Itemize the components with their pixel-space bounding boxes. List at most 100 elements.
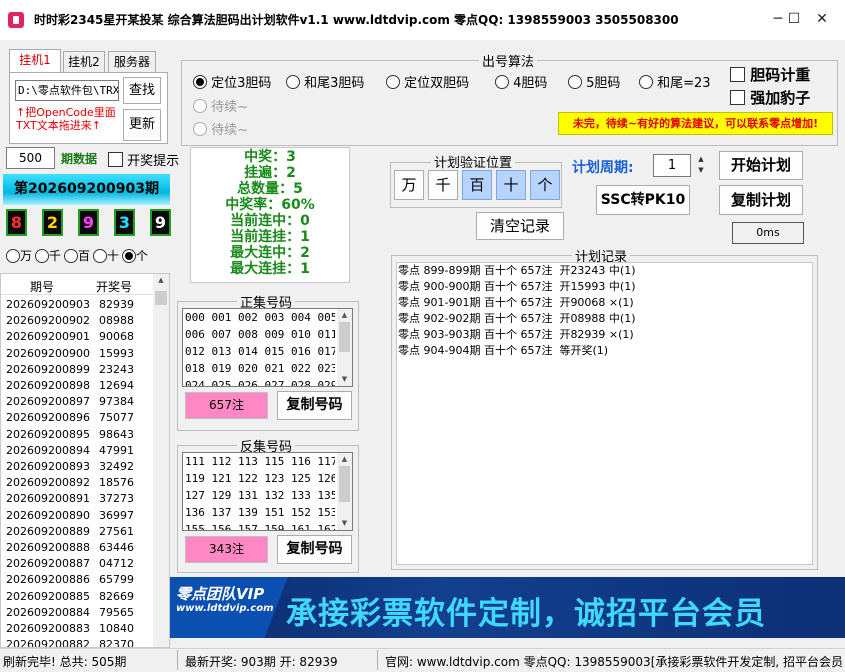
table-row[interactable]: 202609200889 27561 xyxy=(6,524,154,540)
algorithm-option[interactable]: 5胆码 xyxy=(568,72,620,91)
col-number-header[interactable]: 开奖号 xyxy=(96,278,132,295)
table-row[interactable]: 202609200886 65799 xyxy=(6,572,154,588)
radio-icon[interactable] xyxy=(93,248,107,263)
scroll-down-icon[interactable]: ▼ xyxy=(337,373,352,385)
position-radio[interactable]: 万 xyxy=(6,247,32,264)
table-row[interactable]: 202609200888 63446 xyxy=(6,540,154,556)
position-radio-label: 千 xyxy=(49,249,62,263)
table-row[interactable]: 202609200882 82370 xyxy=(6,637,154,647)
ad-banner[interactable]: 零点团队VIP www.ldtdvip.com 承接彩票软件定制，诚招平台会员 xyxy=(170,577,845,638)
scroll-down-icon[interactable]: ▼ xyxy=(337,517,352,529)
table-row[interactable]: 202609200884 79565 xyxy=(6,605,154,621)
verify-position-button[interactable]: 万 xyxy=(394,170,424,200)
radio-icon[interactable] xyxy=(193,121,207,136)
radio-icon[interactable] xyxy=(193,74,207,89)
table-row[interactable]: 202609200898 12694 xyxy=(6,378,154,394)
radio-icon[interactable] xyxy=(386,74,400,89)
plan-cycle-spinner[interactable]: ▲ ▼ xyxy=(695,154,707,177)
position-radio[interactable]: 个 xyxy=(122,247,148,264)
ssc-to-pk10-button[interactable]: SSC转PK10 xyxy=(596,185,690,215)
history-scrollbar[interactable]: ▲ xyxy=(153,274,169,647)
tab-hangup-2[interactable]: 挂机2 xyxy=(63,51,105,73)
plan-cycle-input[interactable]: 1 xyxy=(653,154,691,177)
radio-icon[interactable] xyxy=(193,98,207,113)
algorithm-option[interactable]: 和尾3胆码 xyxy=(286,72,364,91)
start-plan-button[interactable]: 开始计划 xyxy=(719,151,803,180)
table-row[interactable]: 202609200887 04712 xyxy=(6,556,154,572)
table-row[interactable]: 202609200890 36997 xyxy=(6,508,154,524)
table-row[interactable]: 202609200885 82669 xyxy=(6,589,154,605)
issue-cell: 202609200895 xyxy=(6,427,90,441)
table-row[interactable]: 202609200900 15993 xyxy=(6,346,154,362)
negative-scrollbar[interactable]: ▲ ▼ xyxy=(337,453,352,530)
verify-position-button[interactable]: 千 xyxy=(428,170,458,200)
copy-plan-button[interactable]: 复制计划 xyxy=(719,185,803,215)
table-row[interactable]: 202609200893 32492 xyxy=(6,459,154,475)
radio-icon[interactable] xyxy=(6,248,20,263)
table-row[interactable]: 202609200891 37273 xyxy=(6,491,154,507)
leopard-checkbox[interactable]: 强加豹子 xyxy=(730,87,810,108)
tab-server[interactable]: 服务器 xyxy=(108,51,156,73)
table-row[interactable]: 202609200895 98643 xyxy=(6,427,154,443)
negative-codes: 111 112 113 115 116 117 119 121 122 123 … xyxy=(185,455,335,530)
table-row[interactable]: 202609200896 75077 xyxy=(6,410,154,426)
scroll-up-icon[interactable]: ▲ xyxy=(153,274,169,286)
col-issue-header[interactable]: 期号 xyxy=(30,278,54,295)
find-button[interactable]: 查找 xyxy=(123,77,161,104)
scroll-up-icon[interactable]: ▲ xyxy=(337,309,352,321)
table-row[interactable]: 202609200901 90068 xyxy=(6,329,154,345)
radio-icon[interactable] xyxy=(286,74,300,89)
position-radio[interactable]: 千 xyxy=(35,247,61,264)
position-radio[interactable]: 十 xyxy=(93,247,119,264)
positive-scrollbar[interactable]: ▲ ▼ xyxy=(337,309,352,386)
path-input[interactable]: D:\零点软件包\TRX xyxy=(15,80,119,101)
spin-down-icon[interactable]: ▼ xyxy=(698,166,703,174)
clear-records-button[interactable]: 清空记录 xyxy=(476,212,564,240)
tab-hangup-1[interactable]: 挂机1 xyxy=(9,49,61,73)
update-button[interactable]: 更新 xyxy=(123,109,161,141)
draw-tip-checkbox[interactable]: 开奖提示 xyxy=(108,150,179,169)
table-row[interactable]: 202609200883 10840 xyxy=(6,621,154,637)
scroll-thumb[interactable] xyxy=(155,291,167,305)
radio-icon[interactable] xyxy=(35,248,49,263)
table-row[interactable]: 202609200897 97384 xyxy=(6,394,154,410)
algorithm-option[interactable]: 和尾=23 xyxy=(639,72,711,91)
scroll-up-icon[interactable]: ▲ xyxy=(337,453,352,465)
position-radio[interactable]: 百 xyxy=(64,247,90,264)
spin-up-icon[interactable]: ▲ xyxy=(698,155,703,163)
window-title: 时时彩2345星开某投某 综合算法胆码出计划软件v1.1 www.ldtdvip… xyxy=(34,13,679,27)
table-row[interactable]: 202609200892 18576 xyxy=(6,475,154,491)
algorithm-option[interactable]: 定位双胆码 xyxy=(386,72,469,91)
checkbox-icon[interactable] xyxy=(730,90,745,105)
scroll-thumb[interactable] xyxy=(339,322,350,352)
radio-icon[interactable] xyxy=(568,74,582,89)
verify-position-button[interactable]: 百 xyxy=(462,170,492,200)
history-rows: 202609200903 82939 202609200902 08988 202609… xyxy=(6,297,154,647)
table-row[interactable]: 202609200894 47991 xyxy=(6,443,154,459)
copy-positive-button[interactable]: 复制号码 xyxy=(277,391,352,420)
draw-tip-check-box-icon[interactable] xyxy=(108,152,123,167)
scroll-thumb[interactable] xyxy=(339,466,350,502)
period-count-input[interactable]: 500 xyxy=(6,147,55,169)
algorithm-option[interactable]: 定位3胆码 xyxy=(193,72,271,91)
copy-negative-button[interactable]: 复制号码 xyxy=(277,535,352,564)
table-row[interactable]: 202609200902 08988 xyxy=(6,313,154,329)
radio-icon[interactable] xyxy=(639,74,653,89)
checkbox-icon[interactable] xyxy=(730,67,745,82)
algorithm-option[interactable]: 4胆码 xyxy=(495,72,547,91)
number-cell: 37273 xyxy=(99,492,134,506)
radio-icon[interactable] xyxy=(64,248,78,263)
radio-icon[interactable] xyxy=(122,248,136,263)
verify-position-button[interactable]: 十 xyxy=(496,170,526,200)
pending-option-1[interactable]: 待续~ xyxy=(193,96,248,115)
pending-option-2[interactable]: 待续~ xyxy=(193,119,248,138)
weight-checkbox[interactable]: 胆码计重 xyxy=(730,64,810,85)
number-cell: 98643 xyxy=(99,427,134,441)
radio-icon[interactable] xyxy=(495,74,509,89)
verify-position-button[interactable]: 个 xyxy=(530,170,560,200)
table-row[interactable]: 202609200899 23243 xyxy=(6,362,154,378)
close-button[interactable]: ✕ xyxy=(807,8,837,30)
table-row[interactable]: 202609200903 82939 xyxy=(6,297,154,313)
maximize-button[interactable]: ☐ xyxy=(779,8,809,30)
number-cell: 79565 xyxy=(99,605,134,619)
